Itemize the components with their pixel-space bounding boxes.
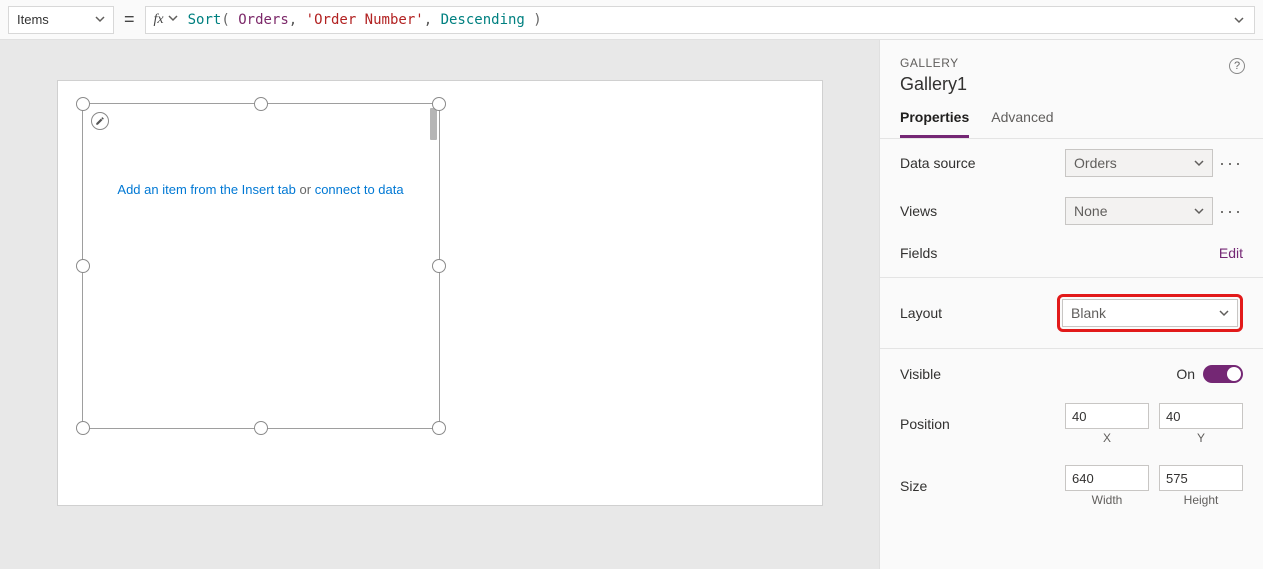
control-kind: GALLERY [900,56,1243,70]
position-y-input[interactable] [1159,403,1243,429]
visible-state: On [1176,366,1195,382]
data-source-more-icon[interactable]: ··· [1219,158,1243,168]
fx-label: fx [154,12,164,28]
position-x-input[interactable] [1065,403,1149,429]
resize-handle-w[interactable] [76,259,90,273]
size-height-input[interactable] [1159,465,1243,491]
layout-select[interactable]: Blank [1062,299,1238,327]
property-select-value: Items [17,12,49,27]
resize-handle-ne[interactable] [432,97,446,111]
formula-text[interactable]: Sort( Orders, 'Order Number', Descending… [188,12,1222,28]
resize-handle-n[interactable] [254,97,268,111]
layout-highlight: Blank [1057,294,1243,332]
views-more-icon[interactable]: ··· [1219,206,1243,216]
resize-handle-nw[interactable] [76,97,90,111]
insert-item-link[interactable]: Add an item from the Insert tab [117,182,295,197]
control-name[interactable]: Gallery1 [900,74,1243,95]
data-source-label: Data source [900,155,975,171]
size-label: Size [900,478,927,494]
resize-handle-s[interactable] [254,421,268,435]
visible-toggle[interactable] [1203,365,1243,383]
views-select[interactable]: None [1065,197,1213,225]
fields-edit-link[interactable]: Edit [1219,245,1243,261]
fx-dropdown[interactable]: fx [154,12,178,28]
canvas-area: Add an item from the Insert tab or conne… [0,40,879,569]
visible-label: Visible [900,366,941,382]
scrollbar-thumb[interactable] [430,108,437,140]
property-select[interactable]: Items [8,6,114,34]
formula-bar[interactable]: fx Sort( Orders, 'Order Number', Descend… [145,6,1255,34]
chevron-down-icon [1219,305,1229,321]
position-x-sublabel: X [1103,431,1111,445]
chevron-down-icon [168,12,178,28]
position-label: Position [900,416,950,432]
canvas[interactable]: Add an item from the Insert tab or conne… [57,80,823,506]
views-label: Views [900,203,937,219]
size-height-sublabel: Height [1184,493,1219,507]
position-y-sublabel: Y [1197,431,1205,445]
data-source-select[interactable]: Orders [1065,149,1213,177]
chevron-down-icon [1194,203,1204,219]
chevron-down-icon [95,12,105,27]
layout-label: Layout [900,305,942,321]
chevron-down-icon [1194,155,1204,171]
fields-label: Fields [900,245,937,261]
gallery-placeholder: Add an item from the Insert tab or conne… [83,182,439,197]
properties-panel: GALLERY Gallery1 ? Properties Advanced D… [879,40,1263,569]
resize-handle-se[interactable] [432,421,446,435]
edit-pencil-icon[interactable] [91,112,109,130]
size-width-input[interactable] [1065,465,1149,491]
tab-advanced[interactable]: Advanced [991,109,1053,138]
help-icon[interactable]: ? [1229,58,1245,74]
equals-label: = [124,9,135,30]
resize-handle-sw[interactable] [76,421,90,435]
resize-handle-e[interactable] [432,259,446,273]
formula-bar-area: Items = fx Sort( Orders, 'Order Number',… [0,0,1263,40]
tab-properties[interactable]: Properties [900,109,969,138]
formula-expand-chevron[interactable] [1232,12,1246,28]
selected-gallery[interactable]: Add an item from the Insert tab or conne… [82,103,440,429]
connect-data-link[interactable]: connect to data [315,182,404,197]
size-width-sublabel: Width [1092,493,1123,507]
